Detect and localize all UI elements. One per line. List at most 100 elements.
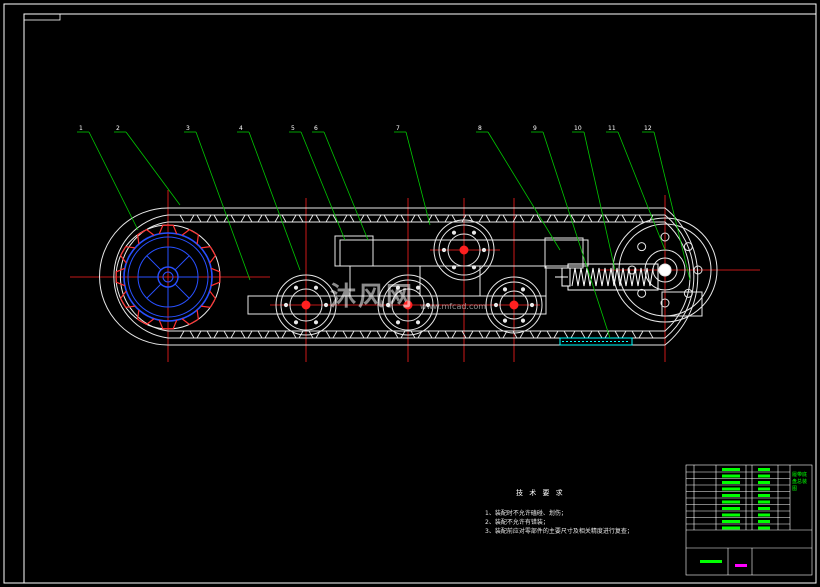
track-tooth <box>587 214 603 223</box>
part-label: 11 <box>608 125 616 132</box>
road-wheel-axle <box>509 300 519 310</box>
road-wheel-bolt <box>502 287 508 292</box>
title-block-entry <box>758 481 770 484</box>
title-block-entry <box>758 526 770 530</box>
leader-line <box>300 131 346 241</box>
part-label: 10 <box>574 125 582 132</box>
road-wheel-bolt <box>520 287 526 292</box>
track-tooth <box>230 214 246 223</box>
title-block-entry <box>700 560 722 563</box>
road-wheel-bolt <box>293 320 299 325</box>
road-wheel-bolt <box>415 320 421 325</box>
track-tooth <box>349 214 365 223</box>
idler-hole <box>637 288 647 298</box>
track-tooth <box>587 330 603 339</box>
road-wheel-bolt <box>415 285 421 290</box>
track-tooth <box>536 330 552 339</box>
title-block-entry <box>758 513 770 517</box>
track-tooth <box>621 214 637 223</box>
idler-hole <box>637 242 647 252</box>
title-block-entry <box>722 500 740 504</box>
watermark-logo-text: 沐风网 <box>330 282 415 312</box>
title-block-entry <box>722 520 740 523</box>
track-tooth <box>264 214 280 223</box>
leader-line <box>248 131 301 271</box>
technical-requirement-1: 1、装配时不允许磕碰、划伤； <box>485 510 567 517</box>
title-block-drawing-name: 履带底盘总装图 <box>792 472 808 492</box>
leader-line <box>125 131 181 206</box>
road-wheel-bolt <box>493 302 499 308</box>
track-tooth <box>604 330 620 339</box>
part-label: 4 <box>239 125 243 132</box>
track-tooth <box>434 330 450 339</box>
track-tooth <box>213 330 229 339</box>
part-label: 5 <box>291 125 295 132</box>
track-tooth <box>281 214 297 223</box>
technical-requirements-title: 技 术 要 求 <box>516 489 565 497</box>
track-tooth <box>553 330 569 339</box>
track-tooth <box>570 330 586 339</box>
title-block-entry <box>758 487 770 491</box>
road-wheel-axle <box>459 245 469 255</box>
title-block-entry <box>758 468 770 471</box>
road-wheel-axle <box>301 300 311 310</box>
technical-requirement-2: 2、装配不允许有错装； <box>485 519 549 526</box>
part-label: 8 <box>478 125 482 132</box>
track-tooth <box>485 214 501 223</box>
road-wheel-bolt <box>471 230 477 235</box>
track-tooth <box>315 214 331 223</box>
part-label: 6 <box>314 125 318 132</box>
part-label: 1 <box>79 125 83 132</box>
leader-line <box>583 131 616 271</box>
road-wheel-bolt <box>293 285 299 290</box>
track-teeth-bottom <box>179 330 654 339</box>
track-tooth <box>417 214 433 223</box>
leader-line <box>405 131 431 226</box>
technical-requirement-3: 3、装配前应对零部件的主要尺寸及相关精度进行复查； <box>485 528 633 535</box>
title-block-entry <box>758 494 770 497</box>
road-wheel-bolt <box>529 302 535 308</box>
title-block-entry <box>758 474 770 478</box>
part-label: 3 <box>186 125 190 132</box>
guide-plate <box>559 337 633 346</box>
leader-line <box>542 131 611 339</box>
track-tooth <box>179 214 195 223</box>
tension-spring <box>555 263 659 291</box>
track-tooth <box>621 330 637 339</box>
road-wheel-bolt <box>481 247 487 253</box>
track-tooth <box>366 330 382 339</box>
track-tooth <box>638 330 654 339</box>
title-block-entry <box>758 520 770 523</box>
road-wheel-bolt <box>520 318 526 323</box>
track-tooth <box>196 214 212 223</box>
track-tooth <box>264 330 280 339</box>
road-wheel-bolt <box>313 320 319 325</box>
track-tooth <box>553 214 569 223</box>
road-wheel-bolt <box>451 230 457 235</box>
track-tooth <box>502 214 518 223</box>
leader-line <box>88 131 139 231</box>
title-block-entry <box>722 474 740 478</box>
title-block-entry <box>722 526 740 530</box>
road-wheel-bolt <box>502 318 508 323</box>
part-label: 12 <box>644 125 652 132</box>
sprocket-spoke <box>174 283 190 299</box>
title-block-entry <box>722 513 740 517</box>
leader-line <box>653 131 691 281</box>
title-block-entry <box>758 500 770 504</box>
road-wheel-bolt <box>323 302 329 308</box>
track-tooth <box>349 330 365 339</box>
track-tooth <box>230 330 246 339</box>
track-tooth <box>196 330 212 339</box>
track-tooth <box>468 330 484 339</box>
sheet-inner-border <box>23 13 817 584</box>
sprocket-spoke <box>174 255 190 271</box>
track-tooth <box>247 214 263 223</box>
part-labels: 1 2 3 4 5 6 7 8 9 10 11 12 <box>79 125 652 132</box>
track-teeth-top <box>179 214 654 223</box>
part-label: 2 <box>116 125 120 132</box>
road-wheel-bolt <box>395 320 401 325</box>
track-tooth <box>604 214 620 223</box>
title-block-entry <box>722 494 740 497</box>
title-block-entry <box>722 487 740 491</box>
